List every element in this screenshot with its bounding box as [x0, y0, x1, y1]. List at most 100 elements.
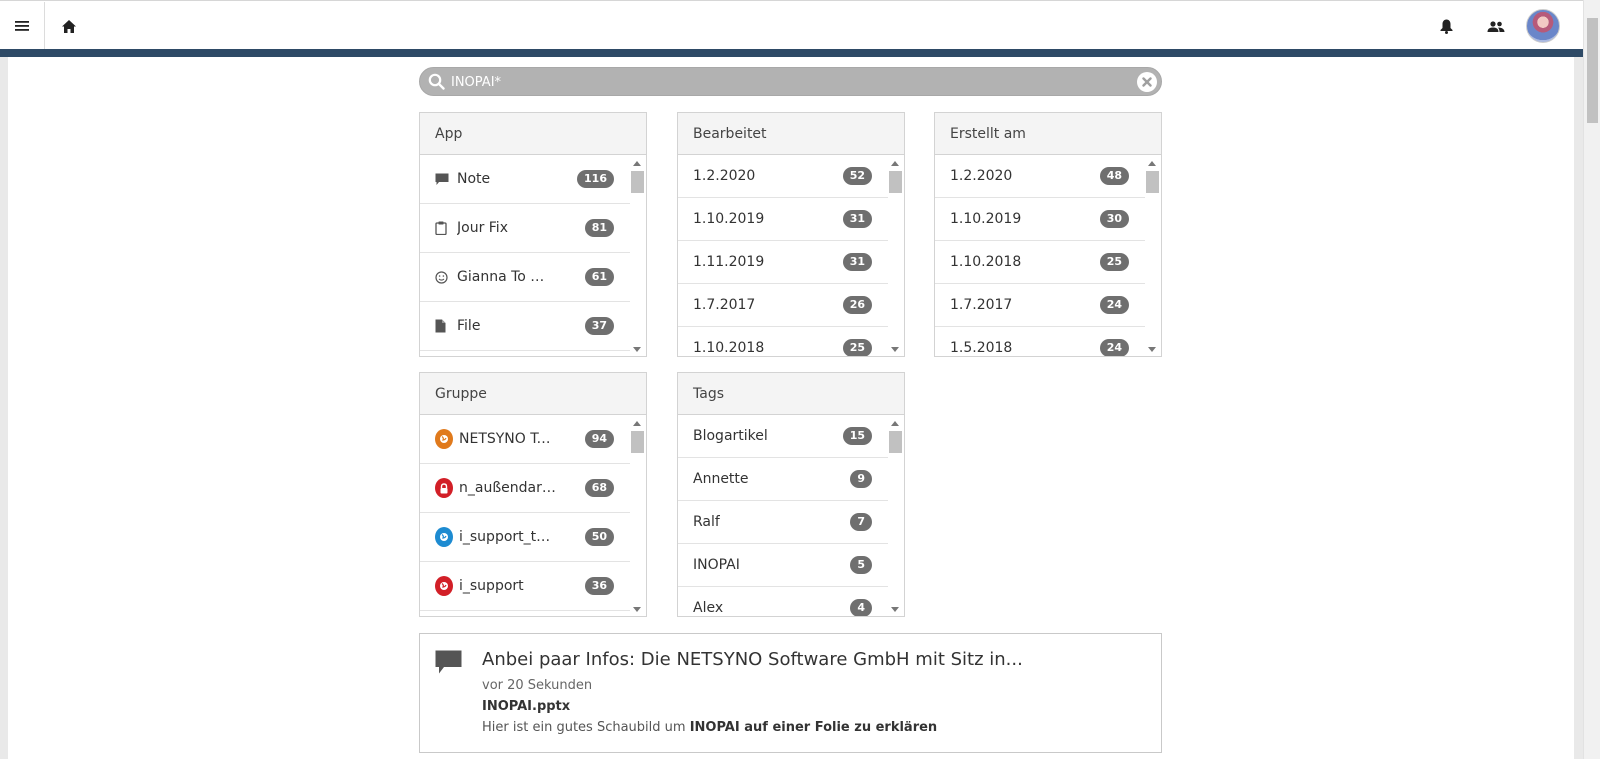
facet-item-group[interactable]: n_außendarstellung 68 [420, 464, 630, 513]
snippet-text: Hier ist ein gutes Schaubild um [482, 720, 686, 735]
facet-title: Tags [678, 373, 904, 415]
facet-item-gianna-todo[interactable]: Gianna To Do Liste 61 [420, 253, 630, 302]
scrollbar-thumb[interactable] [1146, 171, 1159, 193]
smiley-icon [435, 270, 453, 284]
scroll-down-arrow-icon[interactable] [1148, 347, 1156, 352]
facet-item-date[interactable]: 1.10.2019 30 [935, 198, 1145, 241]
count-badge: 31 [842, 253, 872, 271]
facet-list: 1.2.2020 52 1.10.2019 31 1.11.2019 31 1.7.2… [678, 155, 888, 356]
facet-item-label: Annette [693, 471, 749, 487]
facet-item-jour-fix[interactable]: Jour Fix 81 [420, 204, 630, 253]
facet-item-file[interactable]: File 37 [420, 302, 630, 351]
search-result-card[interactable]: Anbei paar Infos: Die NETSYNO Software G… [419, 633, 1162, 753]
search-icon [428, 73, 445, 94]
facet-item-label: 1.10.2019 [950, 211, 1022, 227]
facet-item-date[interactable]: 1.7.2017 24 [935, 284, 1145, 327]
people-icon [1487, 20, 1505, 32]
menu-button[interactable] [0, 2, 45, 50]
scroll-down-arrow-icon[interactable] [633, 607, 641, 612]
clear-search-button[interactable] [1137, 72, 1157, 92]
count-badge: 7 [850, 513, 872, 531]
facet-item-date[interactable]: 1.10.2018 25 [935, 241, 1145, 284]
facet-item-tag[interactable]: Annette 9 [678, 458, 888, 501]
home-button[interactable] [56, 2, 82, 50]
facet-item-label: 1.5.2018 [950, 340, 1013, 356]
facet-title: Bearbeitet [678, 113, 904, 155]
facet-item-date[interactable]: 1.10.2018 25 [678, 327, 888, 356]
facet-item-date[interactable]: 1.2.2020 52 [678, 155, 888, 198]
facet-item-label: 1.7.2017 [950, 297, 1013, 313]
bell-icon [1440, 19, 1452, 34]
scroll-up-arrow-icon[interactable] [891, 161, 899, 166]
facet-item-date[interactable]: 1.2.2020 48 [935, 155, 1145, 198]
facet-item-label: INOPAI [693, 557, 740, 573]
facet-item-tag[interactable]: INOPAI 5 [678, 544, 888, 587]
facet-scrollbar[interactable] [631, 419, 644, 614]
scrollbar-thumb[interactable] [631, 431, 644, 453]
page-scrollbar-thumb[interactable] [1587, 18, 1598, 123]
facet-item-note[interactable]: Note 116 [420, 155, 630, 204]
facet-scrollbar[interactable] [631, 159, 644, 354]
facet-item-tag[interactable]: Ralf 7 [678, 501, 888, 544]
facet-item-label: Blogartikel [693, 428, 768, 444]
count-badge: 25 [1099, 253, 1129, 271]
facet-item-label: 1.7.2017 [693, 297, 756, 313]
facet-scrollbar[interactable] [1146, 159, 1159, 354]
facet-list: Note 116 Jour Fix 81 Gianna To Do Liste … [420, 155, 630, 356]
facet-item-group[interactable]: i_support 36 [420, 562, 630, 611]
group-icon-wrap [435, 429, 453, 449]
page-scrollbar[interactable] [1583, 0, 1600, 759]
scroll-up-arrow-icon[interactable] [891, 421, 899, 426]
facet-scrollbar[interactable] [889, 419, 902, 614]
count-badge: 25 [842, 339, 872, 356]
notifications-button[interactable] [1436, 2, 1456, 50]
hamburger-menu-icon [15, 21, 29, 31]
group-icon-wrap [435, 478, 453, 498]
facet-item-group[interactable]: NETSYNO Team 94 [420, 415, 630, 464]
facet-scrollbar[interactable] [889, 159, 902, 354]
facet-list: Blogartikel 15 Annette 9 Ralf 7 INOPAI 5 Ale… [678, 415, 888, 616]
facet-item-date[interactable]: 1.10.2019 31 [678, 198, 888, 241]
facet-item-group[interactable]: i_support_tutorials 50 [420, 513, 630, 562]
facet-item-label: NETSYNO Team [459, 431, 557, 447]
scrollbar-thumb[interactable] [889, 431, 902, 453]
facet-list: 1.2.2020 48 1.10.2019 30 1.10.2018 25 1.7.2… [935, 155, 1145, 356]
facet-item-date[interactable]: 1.5.2018 24 [935, 327, 1145, 356]
group-icon-wrap [435, 527, 453, 547]
facet-item-date[interactable]: 1.11.2019 31 [678, 241, 888, 284]
count-badge: 94 [584, 430, 614, 448]
count-badge: 24 [1099, 296, 1129, 314]
count-badge: 4 [850, 599, 872, 616]
count-badge: 37 [584, 317, 614, 335]
scroll-down-arrow-icon[interactable] [891, 607, 899, 612]
top-bar [0, 0, 1583, 50]
close-icon [1142, 77, 1152, 87]
facet-item-label: Ralf [693, 514, 720, 530]
facet-item-label: Alex [693, 600, 724, 616]
count-badge: 26 [842, 296, 872, 314]
scrollbar-thumb[interactable] [889, 171, 902, 193]
scroll-up-arrow-icon[interactable] [1148, 161, 1156, 166]
search-input[interactable] [451, 71, 1111, 93]
result-timestamp: vor 20 Sekunden [482, 678, 593, 693]
scroll-up-arrow-icon[interactable] [633, 161, 641, 166]
facet-item-label: Note [457, 171, 491, 187]
scroll-down-arrow-icon[interactable] [633, 347, 641, 352]
count-badge: 48 [1099, 167, 1129, 185]
contacts-button[interactable] [1483, 2, 1509, 50]
scrollbar-thumb[interactable] [631, 171, 644, 193]
facet-item-date[interactable]: 1.7.2017 26 [678, 284, 888, 327]
facet-item-label: n_außendarstellung [459, 480, 557, 496]
facet-item-tag[interactable]: Alex 4 [678, 587, 888, 616]
user-avatar[interactable] [1526, 9, 1560, 43]
result-title[interactable]: Anbei paar Infos: Die NETSYNO Software G… [482, 649, 1023, 670]
topbar-accent-line [0, 49, 1583, 57]
facet-item-label: i_support [459, 578, 524, 594]
facet-item-tag[interactable]: Blogartikel 15 [678, 415, 888, 458]
scroll-up-arrow-icon[interactable] [633, 421, 641, 426]
scroll-down-arrow-icon[interactable] [891, 347, 899, 352]
facet-item-label: 1.10.2018 [950, 254, 1022, 270]
facet-erstellt-am: Erstellt am 1.2.2020 48 1.10.2019 30 1.10.… [934, 112, 1162, 357]
count-badge: 15 [842, 427, 872, 445]
result-filename[interactable]: INOPAI.pptx [482, 699, 570, 714]
